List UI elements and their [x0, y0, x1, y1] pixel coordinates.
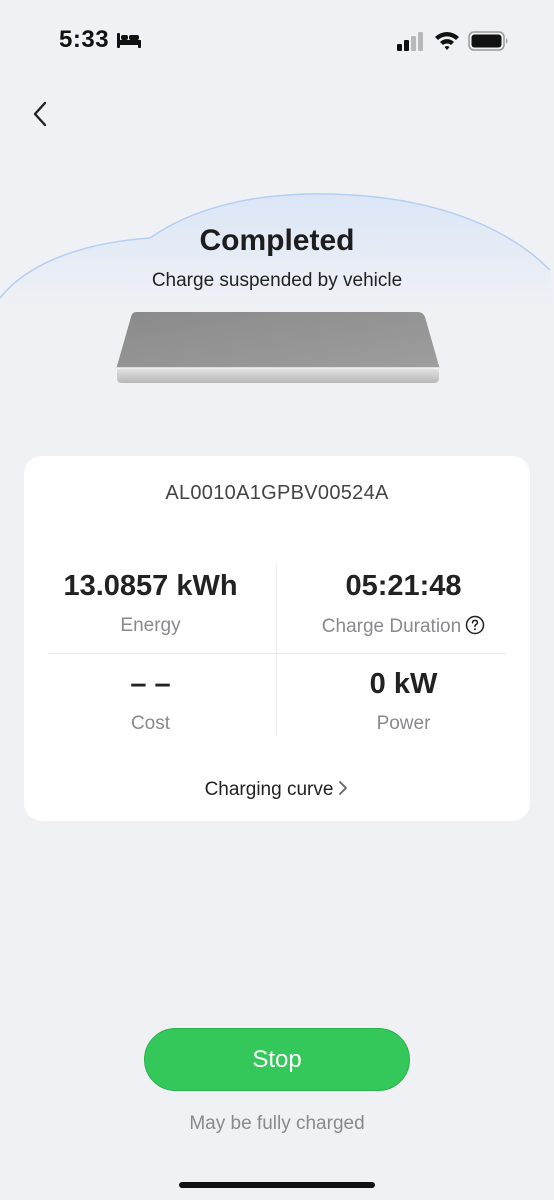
power-stat: 0 kW Power: [277, 668, 530, 735]
charge-duration-value: 05:21:48: [345, 570, 462, 602]
charging-curve-label: Charging curve: [204, 779, 334, 800]
bed-icon: [117, 33, 141, 48]
cost-label: Cost: [130, 713, 171, 734]
charger-serial-number: AL0010A1GPBV00524A: [165, 482, 389, 504]
charging-status-screen: 5:33 Completed Charge suspended by vehic…: [0, 0, 554, 1200]
charge-duration-stat: 05:21:48 Charge Duration: [277, 570, 530, 638]
home-indicator[interactable]: [179, 1182, 375, 1188]
help-icon[interactable]: [465, 615, 485, 635]
charge-status-hint: May be fully charged: [189, 1113, 365, 1134]
status-time: 5:33: [59, 26, 110, 53]
charge-duration-label-row: Charge Duration: [277, 615, 530, 638]
energy-label: Energy: [120, 615, 181, 636]
cost-value: – –: [130, 668, 171, 700]
energy-stat: 13.0857 kWh Energy: [24, 570, 277, 637]
stop-charging-button[interactable]: Stop: [144, 1028, 410, 1091]
energy-value: 13.0857 kWh: [63, 570, 238, 602]
charging-status-subtitle: Charge suspended by vehicle: [151, 270, 403, 291]
cost-stat: – – Cost: [24, 668, 277, 735]
charging-pad-illustration: [116, 312, 440, 383]
charging-curve-link[interactable]: Charging curve: [24, 779, 530, 801]
charge-duration-label: Charge Duration: [321, 616, 462, 637]
power-value: 0 kW: [369, 668, 438, 700]
charging-status-title: Completed: [199, 224, 355, 257]
back-button[interactable]: [24, 96, 60, 132]
signal-icon: [397, 32, 423, 51]
status-bar: 5:33: [0, 0, 554, 82]
battery-icon: [468, 31, 508, 51]
chevron-right-icon: [339, 781, 348, 795]
stats-horizontal-divider: [48, 653, 506, 654]
wifi-icon: [435, 32, 459, 50]
charging-hero: Completed Charge suspended by vehicle: [0, 180, 554, 420]
power-label: Power: [376, 713, 431, 734]
charging-session-card: AL0010A1GPBV00524A 13.0857 kWh Energy 05…: [24, 456, 530, 821]
